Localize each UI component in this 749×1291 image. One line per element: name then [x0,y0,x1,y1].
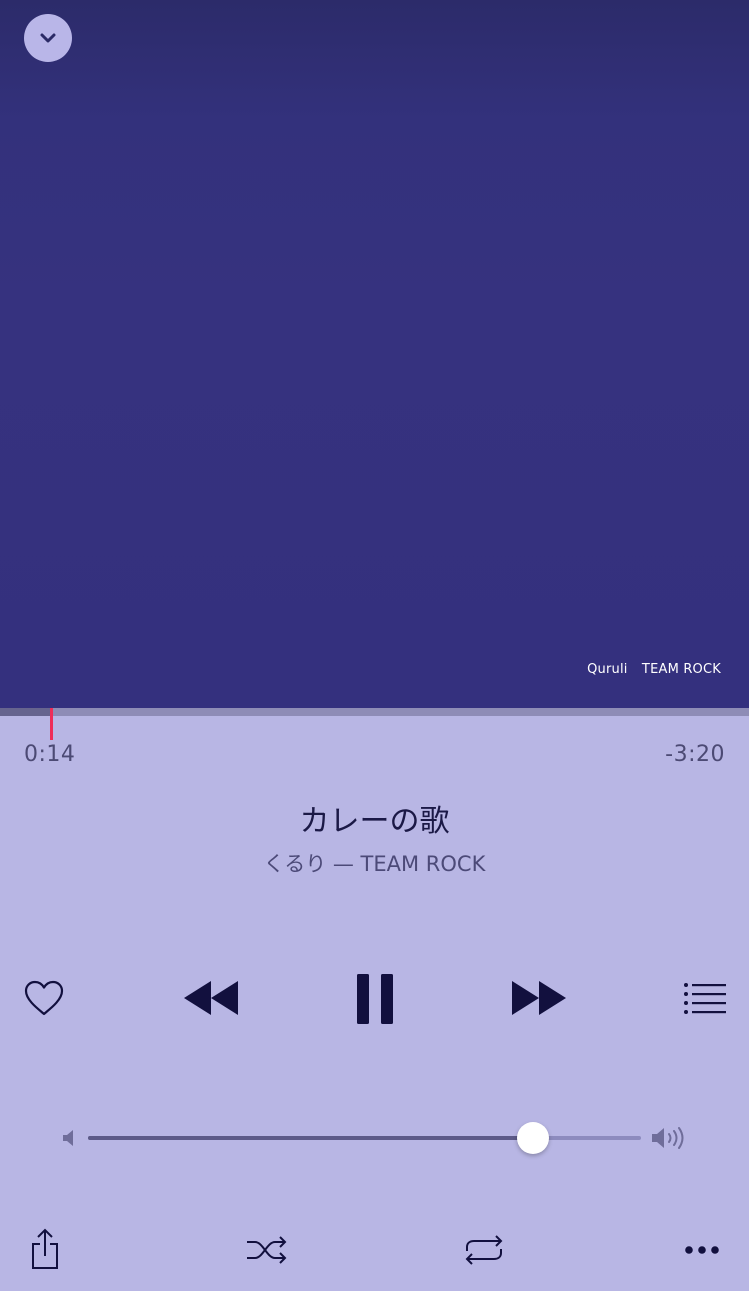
volume-control [60,1120,690,1156]
volume-slider-fill [88,1136,533,1140]
rewind-icon [184,981,238,1015]
now-playing-screen: Quruli TEAM ROCK 0:14 -3:20 カレーの歌 くるり — … [0,0,749,1291]
shuffle-icon [247,1236,287,1264]
playback-progress-fill [0,708,51,716]
shuffle-button[interactable] [242,1230,292,1270]
next-track-button[interactable] [506,972,574,1024]
remaining-time: -3:20 [665,742,725,767]
repeat-button[interactable] [458,1230,510,1270]
share-button[interactable] [22,1224,68,1274]
more-options-button[interactable] [678,1232,726,1268]
playback-scrubber[interactable] [0,708,749,740]
dismiss-button[interactable] [24,14,72,62]
playback-scrubber-handle[interactable] [50,708,53,740]
volume-slider[interactable] [88,1122,641,1154]
heart-icon [24,980,64,1016]
previous-track-button[interactable] [176,972,244,1024]
more-icon [685,1246,719,1254]
love-button[interactable] [18,972,70,1024]
chevron-down-icon [40,33,56,43]
album-artwork: Quruli TEAM ROCK [0,0,749,708]
fast-forward-icon [512,981,566,1015]
share-icon [32,1228,58,1269]
track-artist-album: くるり — TEAM ROCK [263,852,486,876]
volume-low-icon [63,1130,73,1146]
up-next-queue-button[interactable] [678,974,732,1022]
elapsed-time: 0:14 [24,742,76,767]
volume-high-icon [652,1127,684,1149]
artwork-caption: Quruli TEAM ROCK [587,662,721,677]
repeat-icon [465,1235,503,1265]
pause-icon [357,974,393,1024]
queue-list-icon [684,983,726,1014]
volume-slider-knob[interactable] [517,1122,549,1154]
pause-button[interactable] [348,968,402,1030]
artwork-caption-album: TEAM ROCK [641,662,721,677]
artwork-caption-artist: Quruli [587,662,628,677]
track-title: カレーの歌 [299,804,450,839]
